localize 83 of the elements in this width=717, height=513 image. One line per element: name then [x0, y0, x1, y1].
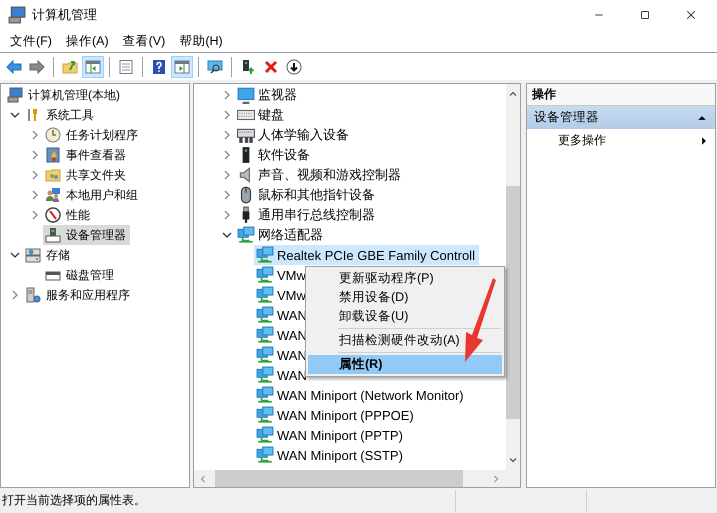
- folder-up-icon: [62, 58, 78, 74]
- tree-item[interactable]: 本地用户和组: [43, 185, 142, 205]
- device-category[interactable]: 鼠标和其他指针设备: [235, 185, 379, 205]
- game-keyboard-icon: [237, 126, 255, 144]
- tree-item[interactable]: 系统工具: [23, 105, 98, 125]
- tree-item[interactable]: 设备管理器: [43, 225, 130, 245]
- action-pane-icon: [174, 58, 190, 74]
- device-category[interactable]: 网络适配器: [235, 225, 327, 245]
- context-menu-item[interactable]: 更新驱动程序(P): [308, 269, 502, 288]
- status-text: 打开当前选择项的属性表。: [2, 493, 146, 507]
- action-section[interactable]: 设备管理器: [527, 106, 715, 129]
- action-label: 更多操作: [558, 132, 607, 149]
- action-pane-button[interactable]: [171, 56, 193, 78]
- pane-header: 操作: [527, 84, 715, 106]
- network-icon: [256, 346, 274, 364]
- tree-toggle-button[interactable]: [82, 56, 104, 78]
- clock-icon: [45, 127, 61, 143]
- close-icon: [685, 9, 697, 21]
- shared-folder-icon: [45, 167, 61, 183]
- device-item[interactable]: WAN Miniport (PPPOE): [254, 405, 418, 425]
- device-category[interactable]: 声音、视频和游戏控制器: [235, 165, 405, 185]
- device-category[interactable]: 通用串行总线控制器: [235, 205, 379, 225]
- computer-icon: [7, 87, 23, 103]
- back-arrow-icon: [6, 58, 22, 74]
- properties-icon: [118, 58, 134, 74]
- storage-icon: [25, 247, 41, 263]
- network-icon: [256, 286, 274, 304]
- tree-item[interactable]: 磁盘管理: [43, 265, 118, 285]
- device-item[interactable]: Realtek PCIe GBE Family Controll: [254, 245, 479, 265]
- device-item[interactable]: WAN Miniport (PPTP): [254, 425, 407, 445]
- horizontal-scrollbar[interactable]: [194, 470, 506, 487]
- log-book-icon: [45, 147, 61, 163]
- window-title: 计算机管理: [32, 6, 97, 24]
- device-item[interactable]: VMw: [254, 285, 310, 305]
- network-icon: [256, 406, 274, 424]
- tree-item[interactable]: 服务和应用程序: [23, 285, 134, 305]
- network-icon: [256, 386, 274, 404]
- network-icon: [256, 426, 274, 444]
- tree-item[interactable]: 计算机管理(本地): [5, 85, 124, 105]
- forward-arrow-icon: [29, 58, 45, 74]
- context-menu-item[interactable]: 卸载设备(U): [308, 307, 502, 326]
- monitor-icon: [237, 86, 255, 104]
- tree-pane-icon: [85, 58, 101, 74]
- tree-item[interactable]: 性能: [43, 205, 94, 225]
- tree-item[interactable]: 存储: [23, 245, 74, 265]
- help-icon: [151, 58, 167, 74]
- menu-item[interactable]: 操作(A): [58, 32, 116, 50]
- action-link[interactable]: 更多操作: [527, 129, 715, 152]
- network-icon: [256, 306, 274, 324]
- gauge-icon: [45, 207, 61, 223]
- network-icon: [256, 246, 274, 264]
- menu-item[interactable]: 文件(F): [3, 32, 59, 50]
- vertical-scrollbar[interactable]: [506, 84, 520, 470]
- network-icon: [256, 366, 274, 384]
- device-update-icon: [240, 58, 256, 74]
- context-menu-item[interactable]: 属性(R): [308, 355, 502, 374]
- maximize-icon: [639, 9, 651, 21]
- monitor-search-icon: [207, 58, 223, 74]
- network-icon: [256, 446, 274, 464]
- context-menu-item[interactable]: 扫描检测硬件改动(A): [308, 331, 502, 350]
- context-menu-item[interactable]: 禁用设备(D): [308, 288, 502, 307]
- tree-item[interactable]: 任务计划程序: [43, 125, 142, 145]
- menu-item[interactable]: 帮助(H): [172, 32, 230, 50]
- device-item[interactable]: WAN Miniport (Network Monitor): [254, 385, 468, 405]
- computer-icon: [8, 6, 26, 24]
- device-category[interactable]: 键盘: [235, 105, 288, 125]
- network-icon: [256, 266, 274, 284]
- tree-item[interactable]: 事件查看器: [43, 145, 130, 165]
- device-item[interactable]: VMw: [254, 265, 310, 285]
- network-icon: [237, 226, 255, 244]
- menu-item[interactable]: 查看(V): [116, 32, 172, 50]
- delete-icon: [263, 58, 279, 74]
- device-category[interactable]: 软件设备: [235, 145, 314, 165]
- device-category[interactable]: 监视器: [235, 85, 301, 105]
- down-circle-icon: [286, 58, 302, 74]
- server-gear-icon: [25, 287, 41, 303]
- network-icon: [256, 326, 274, 344]
- users-icon: [45, 187, 61, 203]
- device-item[interactable]: WAN Miniport (SSTP): [254, 445, 407, 465]
- device-category[interactable]: 人体学输入设备: [235, 125, 353, 145]
- device-icon: [45, 227, 61, 243]
- tree-item[interactable]: 共享文件夹: [43, 165, 130, 185]
- section-title: 设备管理器: [534, 109, 600, 126]
